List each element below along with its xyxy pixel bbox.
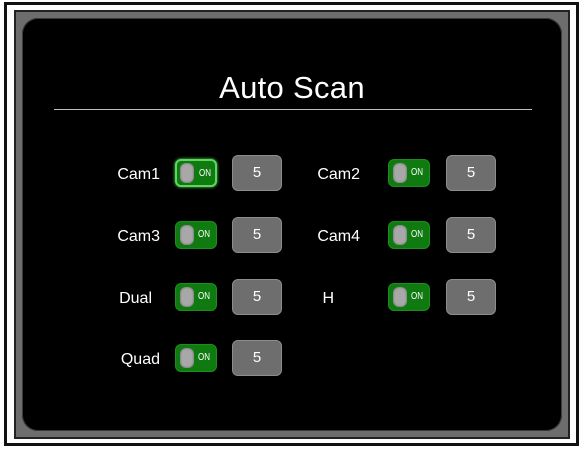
row-label-cam4: Cam4 — [317, 228, 360, 245]
interval-value-cam4[interactable]: 5 — [446, 217, 496, 253]
row-label-cam2: Cam2 — [317, 166, 360, 183]
toggle-knob — [180, 225, 194, 245]
toggle-state-label: ON — [198, 229, 210, 240]
toggle-quad[interactable]: ON — [175, 344, 217, 372]
toggle-cam2[interactable]: ON — [388, 159, 430, 187]
interval-value-quad[interactable]: 5 — [232, 340, 282, 376]
toggle-cam1[interactable]: ON — [175, 159, 217, 187]
interval-value-cam3[interactable]: 5 — [232, 217, 282, 253]
toggle-state-label: ON — [411, 229, 423, 240]
toggle-cam4[interactable]: ON — [388, 221, 430, 249]
toggle-knob — [393, 225, 407, 245]
window-frame: Auto Scan Cam1 ON 5 Cam2 ON 5 Cam3 ON 5 — [4, 2, 579, 446]
toggle-cam3[interactable]: ON — [175, 221, 217, 249]
toggle-knob — [180, 348, 194, 368]
row-label-dual: Dual — [119, 290, 152, 307]
toggle-h[interactable]: ON — [388, 283, 430, 311]
interval-value-cam2[interactable]: 5 — [446, 155, 496, 191]
row-label-cam3: Cam3 — [117, 228, 160, 245]
page-title: Auto Scan — [219, 70, 365, 105]
auto-scan-panel: Auto Scan Cam1 ON 5 Cam2 ON 5 Cam3 ON 5 — [22, 18, 562, 431]
interval-value-cam1[interactable]: 5 — [232, 155, 282, 191]
toggle-state-label: ON — [411, 167, 423, 178]
toggle-dual[interactable]: ON — [175, 283, 217, 311]
window-bezel: Auto Scan Cam1 ON 5 Cam2 ON 5 Cam3 ON 5 — [14, 10, 570, 439]
row-label-cam1: Cam1 — [117, 166, 160, 183]
toggle-state-label: ON — [411, 291, 423, 302]
row-label-h: H — [322, 290, 334, 307]
toggle-state-label: ON — [199, 168, 211, 179]
toggle-state-label: ON — [198, 352, 210, 363]
toggle-knob — [180, 287, 194, 307]
interval-value-h[interactable]: 5 — [446, 279, 496, 315]
toggle-knob — [393, 163, 407, 183]
toggle-state-label: ON — [198, 291, 210, 302]
title-divider — [54, 109, 532, 110]
toggle-knob — [393, 287, 407, 307]
toggle-knob — [180, 163, 194, 183]
row-label-quad: Quad — [120, 351, 160, 368]
